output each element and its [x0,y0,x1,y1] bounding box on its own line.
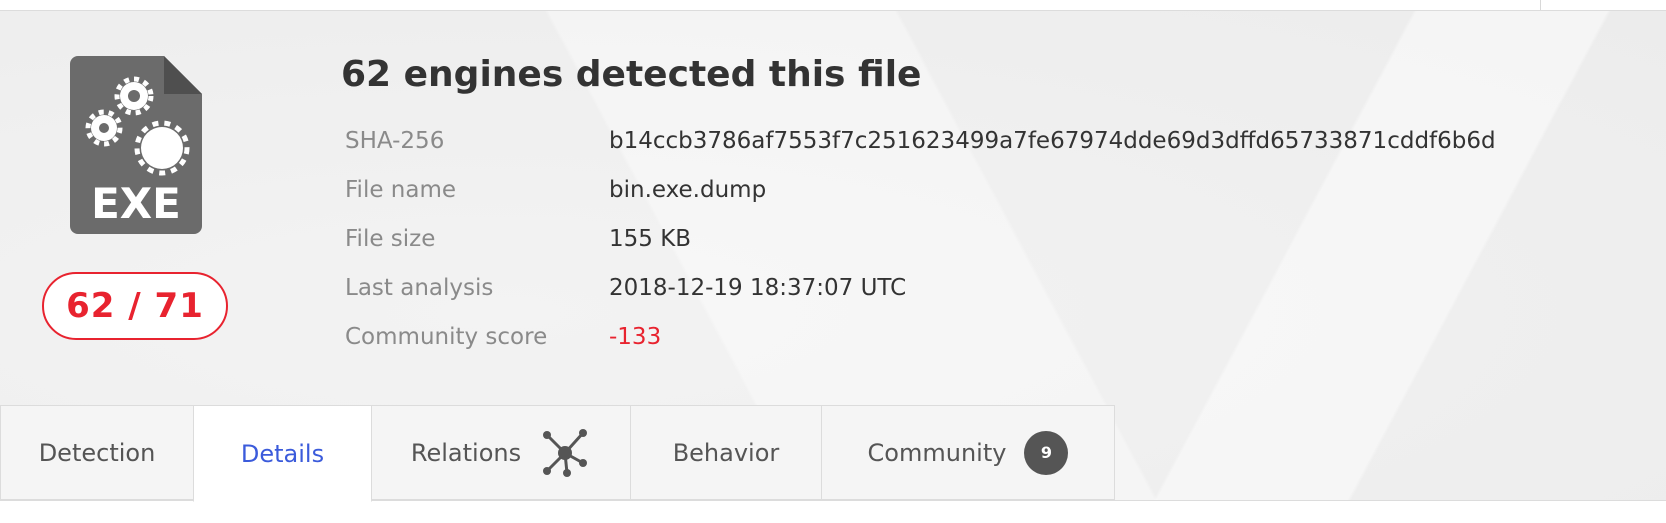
tab-label: Details [240,439,325,468]
property-label: File size [345,226,436,252]
graph-icon [543,428,588,477]
tab-behavior[interactable]: Behavior [630,405,822,500]
property-label: Last analysis [345,275,494,301]
tab-label: Community [867,438,1007,467]
tab-relations[interactable]: Relations [371,405,631,500]
top-toolbar [0,0,1666,11]
exe-label: EXE [91,179,181,228]
tab-detection[interactable]: Detection [0,405,194,500]
file-size-value: 155 KB [609,226,692,252]
community-score-value: -133 [609,324,662,350]
property-label: Community score [345,324,548,350]
community-count-badge: 9 [1024,430,1069,475]
exe-file-icon: EXE [70,56,202,234]
page-title: 62 engines detected this file [341,54,922,95]
property-label: SHA-256 [345,128,445,154]
tab-bar: Detection Details Relations Behavior Com… [0,405,1115,502]
last-analysis-value: 2018-12-19 18:37:07 UTC [609,275,907,301]
tab-community[interactable]: Community 9 [821,405,1115,500]
tab-details[interactable]: Details [193,405,372,502]
detection-ratio-text: 62 / 71 [66,286,204,326]
detection-ratio-badge: 62 / 71 [42,272,228,340]
tab-label: Behavior [672,438,780,467]
tab-content-edge [0,500,1666,523]
file-name-value: bin.exe.dump [609,177,767,203]
toolbar-divider [1540,0,1541,10]
tab-label: Relations [410,438,522,467]
sha256-value[interactable]: b14ccb3786af7553f7c251623499a7fe67974dde… [609,128,1496,154]
tab-label: Detection [38,438,156,467]
property-label: File name [345,177,457,203]
